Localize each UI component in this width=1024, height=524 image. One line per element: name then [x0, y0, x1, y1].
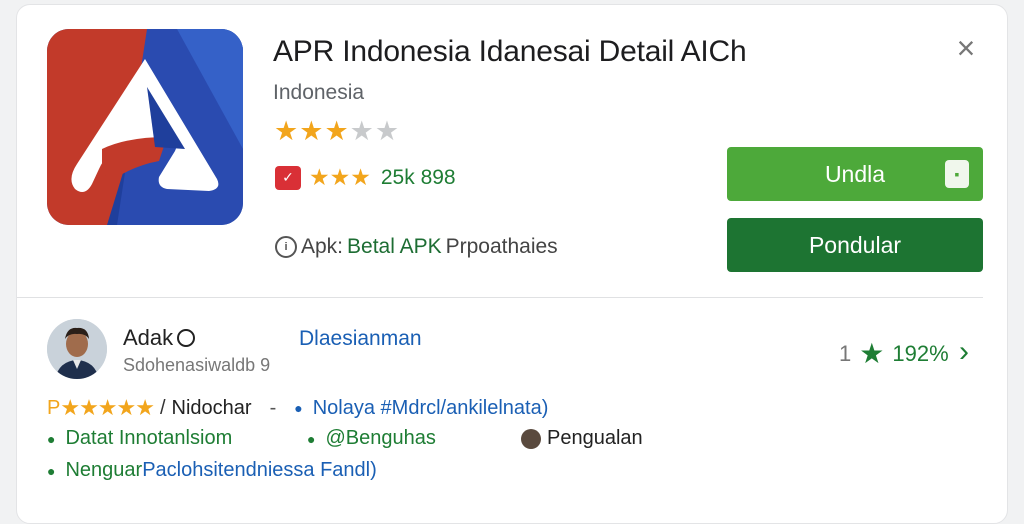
info-suffix: Prpoathaies	[445, 235, 558, 258]
install-button[interactable]: Undla ▪	[727, 147, 983, 201]
rating-separator: /	[159, 396, 166, 419]
clock-icon	[177, 329, 196, 347]
score-percent: 192%	[892, 341, 949, 366]
feature-item-label: Datat Innotanlsiom	[65, 427, 233, 449]
rating-dash: -	[269, 396, 277, 419]
feature-item: ● Nenguar Paclohsitendniessa Fandl)	[47, 459, 377, 482]
star-icon: ★	[859, 338, 885, 369]
feature-item: Pengualan	[521, 427, 643, 450]
apk-details-link[interactable]: Betal APK	[347, 235, 442, 259]
install-button-label: Undla	[824, 160, 886, 187]
user-avatar-icon	[521, 428, 541, 449]
meta-stars: ★★★	[309, 165, 371, 190]
app-logo-icon[interactable]	[47, 29, 243, 225]
section-divider	[17, 297, 983, 298]
verified-badge-icon: ✓	[275, 165, 301, 190]
star-filled-icon: ★	[299, 116, 324, 146]
app-title: APR Indonesia Idanesai Detail AICh	[273, 35, 747, 68]
info-prefix: Apk:	[301, 235, 344, 258]
reviewer-name-text: Adak	[123, 325, 174, 350]
rating-tag-link[interactable]: Nolaya #Mdrcl/ankilelnata)	[313, 397, 549, 420]
review-rating-line: P ★★★★★ / Nidochar - ● Nolaya #Mdrcl/ank…	[47, 395, 548, 421]
bullet-icon: ●	[294, 400, 303, 416]
info-row: i Apk: Betal APK Prpoathaies	[275, 235, 558, 259]
feature-item-label: Pengualan	[547, 427, 643, 449]
rating-prefix: P	[47, 396, 61, 419]
chevron-right-icon[interactable]: ›	[959, 337, 969, 367]
reviewer-handle: Sdohenasiwaldb 9	[123, 355, 271, 375]
star-filled-icon: ★	[274, 116, 299, 146]
star-filled-icon: ★	[309, 164, 330, 190]
bullet-icon: ●	[307, 430, 316, 447]
feature-item: ● @Benguhas	[307, 427, 436, 450]
feature-item: ● Datat Innotanlsiom	[47, 427, 232, 450]
star-empty-icon: ★	[349, 116, 374, 146]
app-detail-card: APR Indonesia Idanesai Detail AICh Indon…	[16, 4, 1008, 524]
feature-item-label: @Benguhas	[325, 427, 436, 449]
download-button-label: Pondular	[808, 231, 902, 258]
download-count: 25k 898	[380, 165, 456, 189]
meta-row: ✓ ★★★ 25k 898	[275, 165, 456, 190]
star-empty-icon: ★	[374, 116, 400, 146]
download-button[interactable]: Pondular	[727, 218, 983, 272]
feature-item-label-start: Nenguar	[65, 459, 143, 481]
developer-name[interactable]: Indonesia	[273, 81, 364, 105]
feature-item-label-end[interactable]: Paclohsitendniessa Fandl)	[142, 459, 377, 482]
close-button[interactable]: ×	[951, 32, 981, 64]
rating-label: Nidochar	[171, 396, 252, 419]
review-stars: ★★★★★	[60, 395, 155, 420]
reviewer-avatar[interactable]	[47, 319, 107, 379]
bullet-icon: ●	[47, 430, 56, 447]
star-filled-icon: ★	[324, 116, 349, 146]
reviewer-tag-link[interactable]: Dlaesianman	[299, 327, 422, 351]
star-filled-icon: ★	[350, 164, 371, 190]
review-score: 1 ★ 192%	[839, 338, 949, 369]
phone-icon: ▪	[945, 160, 969, 188]
star-filled-icon: ★	[329, 164, 351, 190]
score-number: 1	[839, 341, 852, 366]
reviewer-name: Adak	[123, 325, 196, 351]
app-rating-stars: ★ ★ ★ ★ ★	[274, 117, 399, 145]
bullet-icon: ●	[47, 462, 56, 479]
info-icon: i	[275, 236, 297, 258]
